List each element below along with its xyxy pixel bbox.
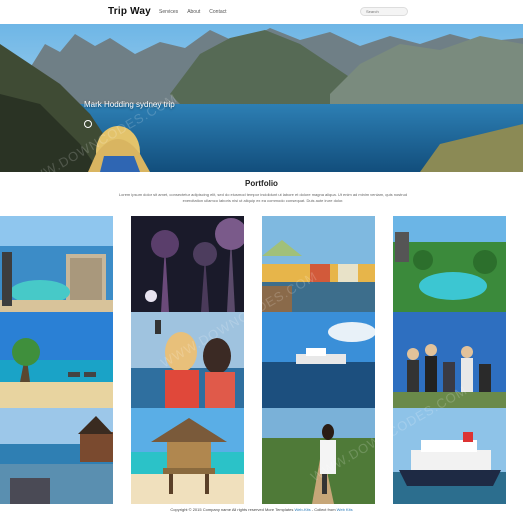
portfolio-description: Lorem ipsum dolor sit amet, consectetur … xyxy=(118,192,408,203)
hero-play-icon[interactable] xyxy=(84,120,92,128)
nav-about[interactable]: About xyxy=(187,9,200,15)
gallery-tile-palm-beach[interactable] xyxy=(0,312,113,408)
footer-link-webkits[interactable]: Web-Kits xyxy=(294,507,310,512)
gallery-tile-woman-on-path[interactable] xyxy=(262,408,375,504)
gallery-tile-seaside-harbor[interactable] xyxy=(0,408,113,504)
footer-link-collect[interactable]: Web Kits xyxy=(337,507,353,512)
gallery-tile-garden-supertrees[interactable] xyxy=(131,216,244,312)
search-input[interactable] xyxy=(360,7,408,16)
portfolio-title: Portfolio xyxy=(245,179,278,188)
hero-image xyxy=(0,24,523,172)
gallery-tile-hikers-group[interactable] xyxy=(393,312,506,408)
brand-logo[interactable]: Trip Way xyxy=(108,6,151,17)
nav-contact[interactable]: Contact xyxy=(209,9,226,15)
top-navbar: Trip Way Services About Contact xyxy=(0,0,523,24)
gallery-tile-tropical-resort[interactable] xyxy=(393,216,506,312)
gallery-tile-waterfront-town[interactable] xyxy=(262,216,375,312)
hero-caption: Mark Hodding sydney trip xyxy=(84,100,175,109)
gallery-tile-women-selfie[interactable] xyxy=(131,312,244,408)
footer-copyright: Copyright © 2015 Company name All rights… xyxy=(170,507,294,512)
footer-collect-text: - Collect from xyxy=(311,507,336,512)
nav-services[interactable]: Services xyxy=(159,9,178,15)
gallery-tile-beach-hut[interactable] xyxy=(131,408,244,504)
main-nav: Services About Contact xyxy=(159,9,227,15)
gallery-tile-cruise-ship[interactable] xyxy=(393,408,506,504)
footer: Copyright © 2015 Company name All rights… xyxy=(0,507,523,512)
hero-slider: Mark Hodding sydney trip WWW.DOWNCODES.C… xyxy=(0,24,523,172)
gallery-tile-boat-on-sea[interactable] xyxy=(262,312,375,408)
gallery-tile-resort-hotel[interactable] xyxy=(0,216,113,312)
portfolio-gallery: WWW.DOWNCODES.COM WWW.DOWNCODES.COM xyxy=(0,216,523,504)
